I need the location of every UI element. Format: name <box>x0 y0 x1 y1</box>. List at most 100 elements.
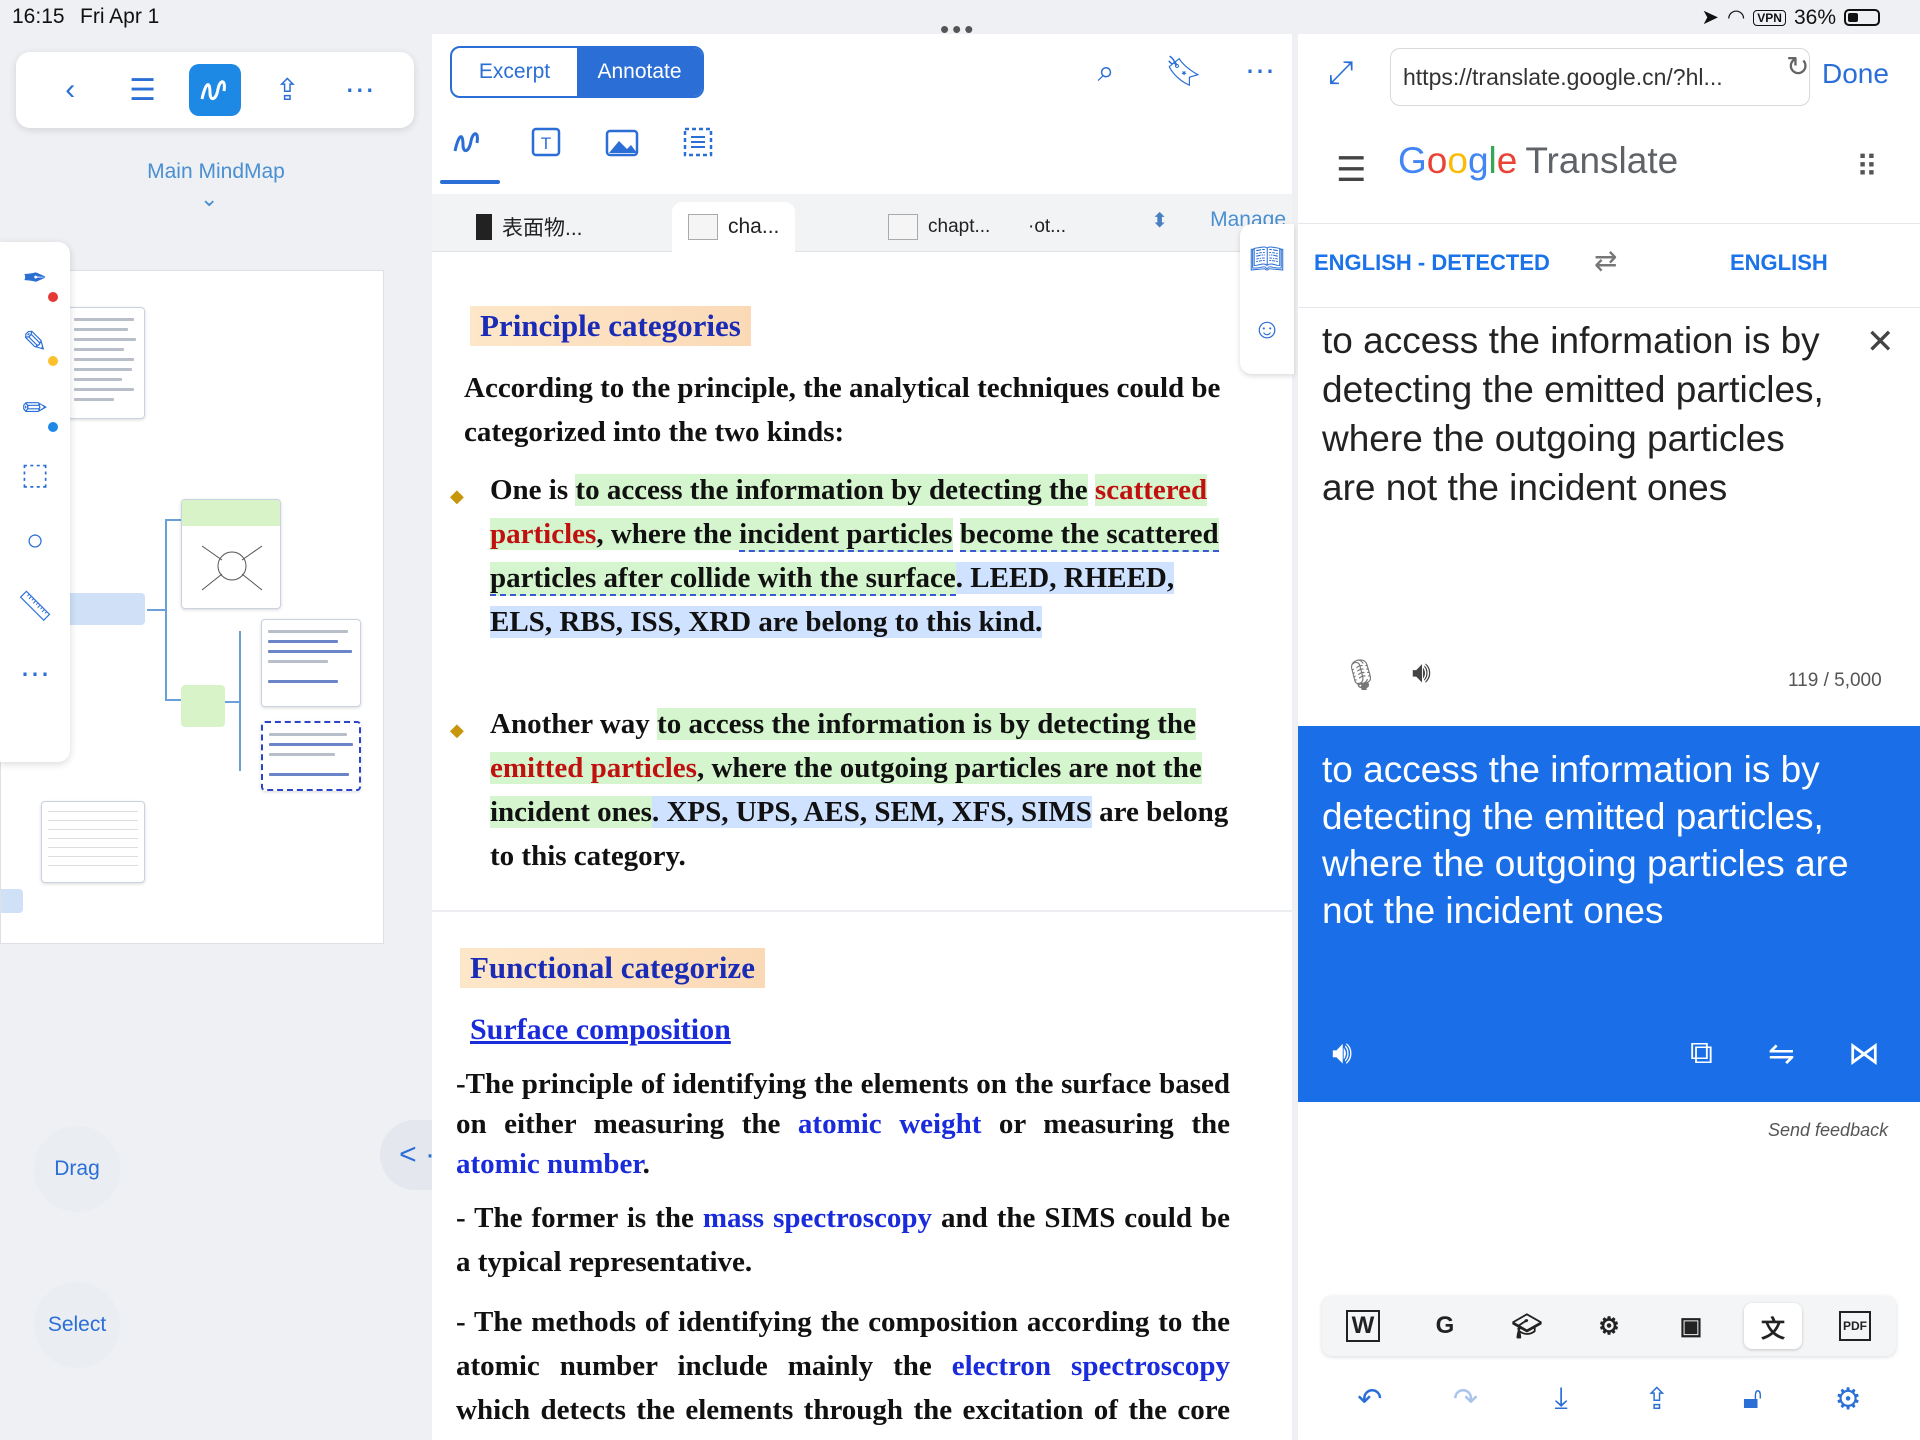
outline-list-icon[interactable]: ☰ <box>117 64 169 116</box>
translate-app-icon[interactable]: ⚙︎ <box>1580 1303 1638 1349</box>
svg-text:T: T <box>541 134 551 153</box>
google-icon[interactable]: G <box>1416 1303 1474 1349</box>
battery-icon <box>1844 9 1880 26</box>
document-panel: Excerpt Annotate ⌕ 🔖︎ ⋯ T 表面物... cha... <box>432 34 1294 1440</box>
wikipedia-icon[interactable]: W <box>1334 1303 1392 1349</box>
copy-icon[interactable]: ⧉ <box>1690 1034 1713 1072</box>
microphone-icon[interactable]: 🎙︎ <box>1342 658 1380 693</box>
eraser-icon[interactable]: ⬚ <box>14 454 56 496</box>
menu-icon[interactable]: ☰ <box>1336 150 1366 190</box>
translate-icon[interactable]: 文 <box>1744 1303 1802 1349</box>
status-right: ➤ ◠ VPN 36% <box>1701 5 1880 30</box>
sort-icon[interactable]: ⬍ <box>1151 208 1168 233</box>
mindmap-card[interactable] <box>181 499 281 609</box>
bookmark-icon[interactable]: 🔖︎ <box>1162 50 1206 94</box>
lasso-icon[interactable]: ○ <box>14 520 56 562</box>
browser-url-row: ⤢ https://translate.google.cn/?hl... ↻ D… <box>1298 34 1920 114</box>
image-select-icon[interactable] <box>600 126 644 170</box>
more-tools-icon[interactable]: ⋯ <box>14 654 56 696</box>
mindmap-title[interactable]: Main MindMap <box>0 160 432 184</box>
document-header: Excerpt Annotate ⌕ 🔖︎ ⋯ T <box>432 34 1292 194</box>
tab-label: cha... <box>728 215 780 238</box>
mindmap-card-selected[interactable] <box>261 721 361 791</box>
text-box-icon[interactable]: T <box>524 126 568 170</box>
drag-button[interactable]: Drag <box>34 1126 120 1212</box>
settings-gear-icon[interactable]: ⚙ <box>1823 1382 1873 1417</box>
location-icon: ➤ <box>1701 6 1719 29</box>
pen-mode-icon[interactable] <box>188 64 241 116</box>
browser-panel: ⤢ https://translate.google.cn/?hl... ↻ D… <box>1298 34 1920 1440</box>
drawing-tool-rail: ✒ ✎ ✏ ⬚ ○ 📏︎ ⋯ <box>0 242 70 762</box>
battery-percent: 36% <box>1793 5 1836 29</box>
annotate-tab[interactable]: Annotate <box>577 48 702 96</box>
clear-text-icon[interactable]: ✕ <box>1866 322 1895 362</box>
download-icon[interactable]: ⤓ <box>1536 1382 1586 1416</box>
more-icon[interactable]: ⋯ <box>1238 50 1282 94</box>
mindmap-card[interactable] <box>67 307 145 419</box>
swap-languages-icon[interactable]: ⇄ <box>1594 244 1617 277</box>
search-icon[interactable]: ⌕ <box>1084 50 1128 94</box>
speaker-icon[interactable]: 🔊︎ <box>1412 656 1431 690</box>
language-selector-row: ENGLISH - DETECTED ⇄ ENGLISH <box>1298 224 1920 308</box>
mindmap-card[interactable] <box>41 801 145 883</box>
document-content[interactable]: Principle categories According to the pr… <box>432 264 1292 1440</box>
redo-icon[interactable]: ↷ <box>1440 1382 1490 1417</box>
done-button[interactable]: Done <box>1822 58 1889 90</box>
ruler-icon[interactable]: 📏︎ <box>14 586 56 628</box>
reload-icon[interactable]: ↻ <box>1786 50 1809 83</box>
share-icon[interactable]: ⇪ <box>1632 1382 1682 1417</box>
tab-label: chapt... <box>928 216 991 237</box>
apps-grid-icon[interactable]: ⠿ <box>1856 150 1878 185</box>
source-language[interactable]: ENGLISH - DETECTED <box>1314 250 1550 276</box>
translation-text[interactable]: to access the information is by detectin… <box>1322 746 1882 934</box>
back-icon[interactable]: ‹ <box>44 64 96 116</box>
emoji-icon[interactable]: ☺ <box>1240 294 1294 364</box>
speaker-icon[interactable]: 🔊︎ <box>1332 1034 1352 1072</box>
more-icon[interactable]: ⋯ <box>334 64 386 116</box>
excerpt-annotate-switch: Excerpt Annotate <box>450 46 704 98</box>
document-thumbnail <box>476 214 492 240</box>
paragraph-intro: According to the principle, the analytic… <box>464 372 1221 448</box>
scholar-icon[interactable]: 🎓︎ <box>1498 1303 1556 1349</box>
image-icon[interactable]: ▣ <box>1662 1303 1720 1349</box>
google-translate-logo[interactable]: Google Translate <box>1398 140 1678 182</box>
url-field[interactable]: https://translate.google.cn/?hl... <box>1390 48 1810 106</box>
pdf-icon[interactable]: PDF <box>1826 1303 1884 1349</box>
status-time: 16:15 <box>12 5 65 28</box>
send-feedback-link[interactable]: Send feedback <box>1768 1120 1888 1141</box>
handwriting-mode-icon[interactable] <box>448 126 492 170</box>
dictionary-icon[interactable]: 📖︎ <box>1240 224 1294 294</box>
share-icon[interactable]: ⋈ <box>1848 1034 1880 1072</box>
unlock-icon[interactable]: 🔓︎ <box>1727 1382 1777 1416</box>
sub-heading: Surface composition <box>470 1013 731 1046</box>
vpn-badge: VPN <box>1753 9 1786 26</box>
region-select-icon[interactable] <box>676 126 720 170</box>
section-heading: Principle categories <box>470 306 751 346</box>
alternate-translation-icon[interactable]: ⇋ <box>1768 1034 1795 1072</box>
tab-document-2[interactable]: cha... <box>672 202 796 252</box>
translate-header: ☰ Google Translate ⠿ <box>1298 114 1920 224</box>
translation-result: to access the information is by detectin… <box>1298 726 1920 1102</box>
select-button[interactable]: Select <box>34 1282 120 1368</box>
section-divider <box>432 910 1292 912</box>
paragraph-1: -The principle of identifying the elemen… <box>456 1068 1230 1180</box>
share-icon[interactable]: ⇪ <box>261 64 313 116</box>
mindmap-card[interactable] <box>261 619 361 707</box>
source-text-input[interactable]: to access the information is by detectin… <box>1322 316 1842 512</box>
section-heading: Functional categorize <box>460 948 765 988</box>
doc-side-toolbar: 📖︎ ☺ <box>1240 224 1294 374</box>
wifi-icon: ◠ <box>1726 6 1746 29</box>
bullet-icon: ◆ <box>450 720 464 740</box>
tab-document-3[interactable]: chapt... <box>872 202 1006 252</box>
document-thumbnail <box>888 214 918 240</box>
expand-icon[interactable]: ⤢ <box>1328 54 1354 92</box>
status-date: Fri Apr 1 <box>80 5 160 28</box>
chevron-down-icon[interactable]: ⌄ <box>200 186 218 212</box>
mindmap-panel: ‹ ☰ ⇪ ⋯ Main MindMap ⌄ ✒ ✎ ✏ ⬚ ○ 📏︎ ⋯ Dr… <box>0 34 432 1440</box>
mindmap-node[interactable] <box>181 685 225 727</box>
undo-icon[interactable]: ↶ <box>1345 1382 1395 1417</box>
target-language[interactable]: ENGLISH <box>1730 250 1828 276</box>
tab-document-1[interactable]: 表面物... <box>460 202 599 252</box>
tab-document-4[interactable]: ·ot... <box>1012 202 1082 252</box>
excerpt-tab[interactable]: Excerpt <box>452 48 577 96</box>
